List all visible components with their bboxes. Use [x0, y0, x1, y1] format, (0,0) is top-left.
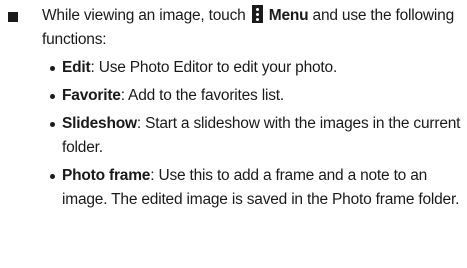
list-item-favorite: Favorite: Add to the favorites list.	[50, 84, 462, 108]
function-description: : Use Photo Editor to edit your photo.	[90, 59, 338, 76]
document-page: While viewing an image, touch Menu and u…	[0, 0, 467, 268]
function-name: Edit	[62, 59, 91, 76]
list-item-photo-frame: Photo frame: Use this to add a frame and…	[50, 164, 462, 212]
square-bullet	[8, 12, 18, 22]
bullet-dot	[50, 66, 55, 71]
bullet-dot	[50, 174, 55, 179]
intro-prefix: While viewing an image, touch	[42, 7, 246, 24]
menu-icon	[251, 5, 263, 23]
function-list: Edit: Use Photo Editor to edit your phot…	[50, 56, 462, 216]
list-item-edit: Edit: Use Photo Editor to edit your phot…	[50, 56, 462, 80]
function-name: Slideshow	[62, 115, 137, 132]
menu-label: Menu	[268, 7, 309, 24]
intro-paragraph: While viewing an image, touch Menu and u…	[42, 4, 462, 52]
function-name: Photo frame	[62, 167, 151, 184]
list-item-slideshow: Slideshow: Start a slideshow with the im…	[50, 112, 462, 160]
function-description: : Add to the favorites list.	[120, 87, 284, 104]
bullet-dot	[50, 94, 55, 99]
function-name: Favorite	[62, 87, 121, 104]
bullet-dot	[50, 122, 55, 127]
